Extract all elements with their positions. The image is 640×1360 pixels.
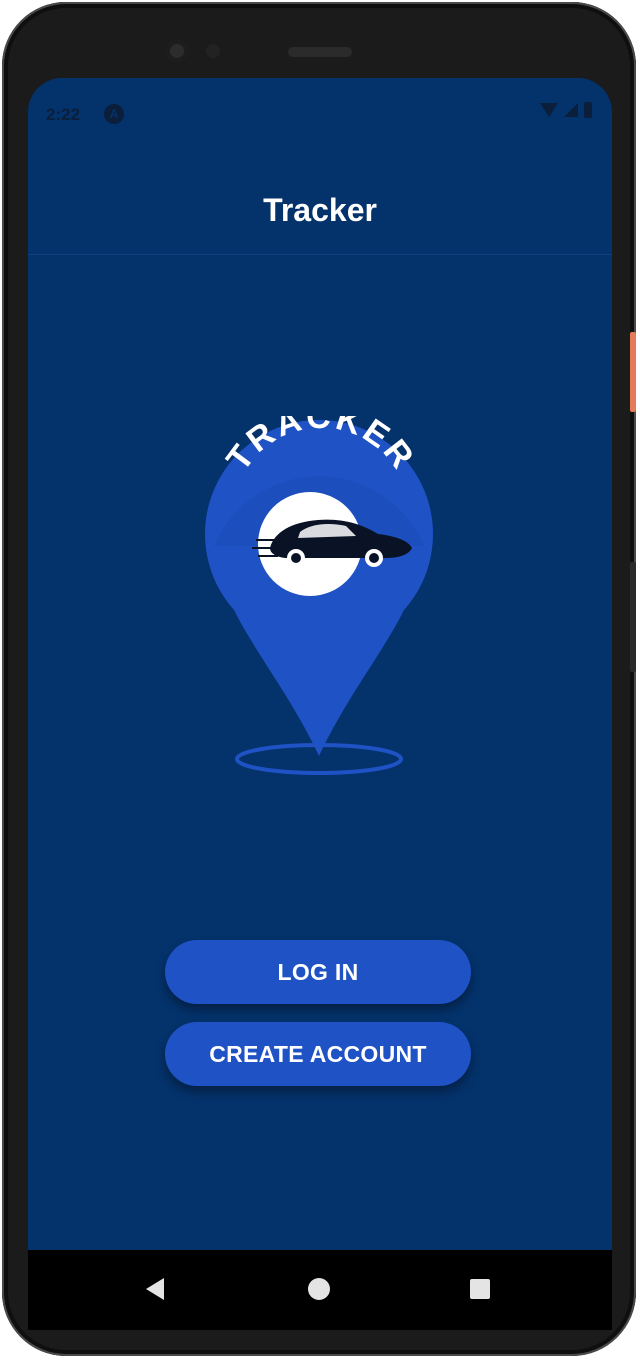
status-bar: 2:22 A bbox=[28, 78, 612, 152]
app-screen: 2:22 A Tracker TRACKER LOG IN CREATE ACC… bbox=[28, 78, 612, 1250]
wifi-icon bbox=[540, 103, 558, 117]
status-icons bbox=[540, 102, 592, 118]
system-nav-bar bbox=[28, 1250, 612, 1330]
app-bar-divider bbox=[28, 254, 612, 255]
earpiece-speaker bbox=[288, 47, 352, 57]
status-time: 2:22 bbox=[46, 105, 81, 124]
notification-icon: A bbox=[104, 104, 124, 124]
signal-icon bbox=[564, 103, 578, 117]
login-button[interactable]: LOG IN bbox=[165, 940, 471, 1004]
home-icon[interactable] bbox=[308, 1278, 330, 1300]
tracker-logo: TRACKER bbox=[205, 416, 434, 775]
page-title: Tracker bbox=[263, 192, 377, 228]
power-button bbox=[630, 332, 636, 412]
back-icon[interactable] bbox=[146, 1278, 164, 1300]
battery-icon bbox=[584, 102, 592, 118]
recents-icon[interactable] bbox=[470, 1279, 490, 1299]
front-camera bbox=[166, 40, 188, 62]
proximity-sensor bbox=[206, 44, 220, 58]
create-account-button[interactable]: CREATE ACCOUNT bbox=[165, 1022, 471, 1086]
volume-button bbox=[630, 562, 636, 672]
